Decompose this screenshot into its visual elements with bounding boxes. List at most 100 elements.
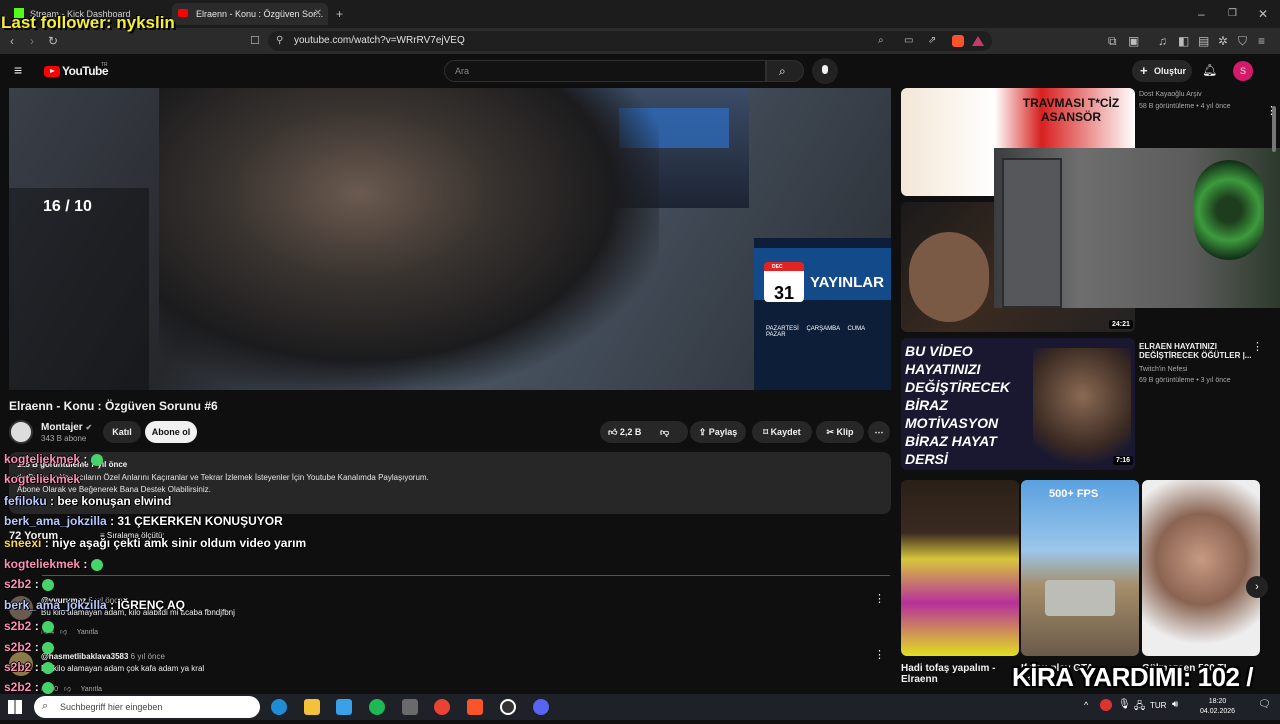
maximize-icon[interactable]: ❐ <box>1228 7 1237 21</box>
related-video-channel[interactable]: Twitch'in Nefesi <box>1139 366 1187 373</box>
zoom-icon[interactable]: ⌕ <box>878 34 884 48</box>
related-video-channel[interactable]: Dost Kayaoğlu Arşiv <box>1139 91 1202 98</box>
comment-dislike-icon[interactable]: 👎︎ <box>60 629 67 636</box>
short-thumbnail[interactable] <box>1142 480 1260 656</box>
network-icon[interactable]: 🖧︎ <box>1134 699 1145 716</box>
brave-icon[interactable] <box>467 699 483 715</box>
notifications-bell-icon[interactable]: 🔔︎ <box>1202 63 1217 77</box>
share-button[interactable]: ⇪ Paylaş <box>690 421 746 443</box>
url-text[interactable]: youtube.com/watch?v=WRrRV7ejVEQ <box>294 35 465 46</box>
channel-avatar[interactable] <box>9 420 33 444</box>
spotify-icon[interactable] <box>369 699 385 715</box>
shorts-next-button[interactable]: › <box>1246 576 1268 598</box>
subscribe-button[interactable]: Abone ol <box>145 421 197 443</box>
short-thumbnail[interactable]: 500+ FPS <box>1021 480 1139 656</box>
short-thumbnail[interactable] <box>901 480 1019 656</box>
vpn-icon[interactable]: ⛉ <box>1238 34 1247 48</box>
like-dislike-group: 👍︎ 2,2 B 👎︎ <box>600 421 688 443</box>
minimize-icon[interactable]: – <box>1198 7 1205 21</box>
webcam-overlay <box>994 148 1280 308</box>
menu-icon[interactable]: ≡ <box>1258 34 1265 48</box>
mic-icon <box>822 65 828 74</box>
chat-message: kogteliekmek : <box>4 452 103 466</box>
taskbar-search-input[interactable]: ⌕ Suchbegriff hier eingeben <box>34 696 260 718</box>
related-video-thumbnail[interactable]: BU VİDEO HAYATINIZI DEĞİŞTİRECEK BİRAZ M… <box>901 338 1135 470</box>
comment-author[interactable]: @hasmetlibaklava3583 6 yıl önce <box>41 652 165 661</box>
close-tab-icon[interactable]: ✕ <box>314 8 322 19</box>
page-scrollbar[interactable] <box>1272 106 1276 152</box>
sidebar-icon[interactable]: ◧ <box>1178 34 1189 48</box>
cast-icon[interactable]: ▭ <box>904 34 913 48</box>
reload-icon[interactable]: ↻ <box>48 34 58 48</box>
close-window-icon[interactable]: ✕ <box>1258 7 1268 21</box>
join-button[interactable]: Katıl <box>103 421 141 443</box>
video-player[interactable]: 16 / 10 31 DEC YAYINLAR PAZARTESİ ÇARŞAM… <box>9 88 891 390</box>
create-button[interactable]: + Oluştur <box>1132 60 1192 82</box>
notification-center-icon[interactable]: 🗨︎ <box>1258 699 1271 710</box>
voice-search-button[interactable] <box>812 58 838 84</box>
bookmark-icon[interactable]: ☐ <box>250 34 260 48</box>
music-icon[interactable]: ♫ <box>1158 34 1167 48</box>
back-icon[interactable]: ‹ <box>10 34 14 48</box>
related-video-title[interactable]: ELRAEN HAYATINIZI DEĞİŞTİRECEK ÖĞÜTLER |… <box>1139 342 1259 360</box>
chrome-icon[interactable] <box>434 699 450 715</box>
input-language[interactable]: TUR <box>1150 701 1166 710</box>
reply-button[interactable]: Yanıtla <box>81 686 102 693</box>
windows-start-icon[interactable] <box>8 700 22 714</box>
like-button[interactable]: 👍︎ 2,2 B <box>608 427 641 437</box>
hamburger-menu-icon[interactable]: ≡ <box>14 63 22 77</box>
reply-button[interactable]: Yanıtla <box>77 629 98 636</box>
emote-icon <box>90 558 103 571</box>
add-comment-input[interactable] <box>42 566 890 576</box>
calculator-icon[interactable] <box>402 699 418 715</box>
share-page-icon[interactable]: ⇗ <box>928 34 936 48</box>
brave-rewards-icon[interactable] <box>972 36 984 46</box>
comment-dislike-icon[interactable]: 👎︎ <box>64 686 71 693</box>
youtube-logo-icon[interactable] <box>44 66 60 77</box>
edge-icon[interactable] <box>271 699 287 715</box>
microphone-tray-icon[interactable]: 🎙︎ <box>1118 699 1131 710</box>
tray-app-icon[interactable] <box>1100 699 1112 711</box>
brave-shield-icon[interactable] <box>952 35 964 47</box>
chat-message: s2b2 : <box>4 619 55 633</box>
search-button[interactable]: ⌕ <box>766 60 804 82</box>
short-title[interactable]: Hadi tofaş yapalım - Elraenn <box>901 663 1011 685</box>
url-bar[interactable]: ⚲ youtube.com/watch?v=WRrRV7ejVEQ ⌕ ▭ ⇗ <box>268 31 992 51</box>
leo-ai-icon[interactable]: ✲ <box>1218 34 1228 48</box>
tab-youtube-video[interactable]: Elraenn - Konu : Özgüven Sor... ✕ <box>172 3 328 25</box>
wallet-icon[interactable]: ▤ <box>1198 34 1209 48</box>
site-info-icon[interactable]: ⚲ <box>276 34 283 48</box>
more-actions-button[interactable]: ⋯ <box>868 421 890 443</box>
thumbs-up-icon: 👍︎ <box>608 427 618 437</box>
video-counter: 16 / 10 <box>43 198 92 215</box>
calendar-month: DEC <box>772 264 783 270</box>
taskbar-clock[interactable]: 18:20 04.02.2026 <box>1200 697 1235 717</box>
search-input[interactable]: Ara <box>444 60 766 82</box>
schedule-panel: 31 DEC YAYINLAR PAZARTESİ ÇARŞAMBA CUMA … <box>754 238 891 390</box>
dislike-button[interactable]: 👎︎ <box>660 421 669 443</box>
extensions-icon[interactable]: ⧉ <box>1108 34 1117 48</box>
emote-icon <box>42 578 55 591</box>
search-placeholder: Ara <box>455 66 470 76</box>
chat-message: fefiloku : bee konuşan elwind <box>4 494 172 508</box>
obs-icon[interactable] <box>500 699 516 715</box>
chat-message: kogteliekmek : <box>4 557 103 571</box>
bookmark-save-icon: ⌑ <box>763 427 769 437</box>
account-avatar[interactable]: S <box>1233 61 1253 81</box>
discord-icon[interactable] <box>533 699 549 715</box>
channel-name[interactable]: Montajer ✔ <box>41 422 92 433</box>
store-icon[interactable] <box>336 699 352 715</box>
save-button[interactable]: ⌑ Kaydet <box>752 421 812 443</box>
emote-icon <box>42 681 55 694</box>
video-menu-icon[interactable]: ⋮ <box>1252 340 1263 353</box>
new-tab-button[interactable]: + <box>336 7 343 21</box>
chevron-right-icon: › <box>1255 581 1259 593</box>
comment-menu-icon[interactable]: ⋮ <box>874 592 885 605</box>
forward-icon[interactable]: › <box>30 34 34 48</box>
file-explorer-icon[interactable] <box>304 699 320 715</box>
tray-overflow-icon[interactable]: ^ <box>1084 700 1088 710</box>
screenshot-icon[interactable]: ▣ <box>1128 34 1139 48</box>
volume-icon[interactable]: 🔊︎ <box>1172 699 1178 710</box>
clip-button[interactable]: ✂ Klip <box>816 421 864 443</box>
comment-menu-icon[interactable]: ⋮ <box>874 648 885 661</box>
